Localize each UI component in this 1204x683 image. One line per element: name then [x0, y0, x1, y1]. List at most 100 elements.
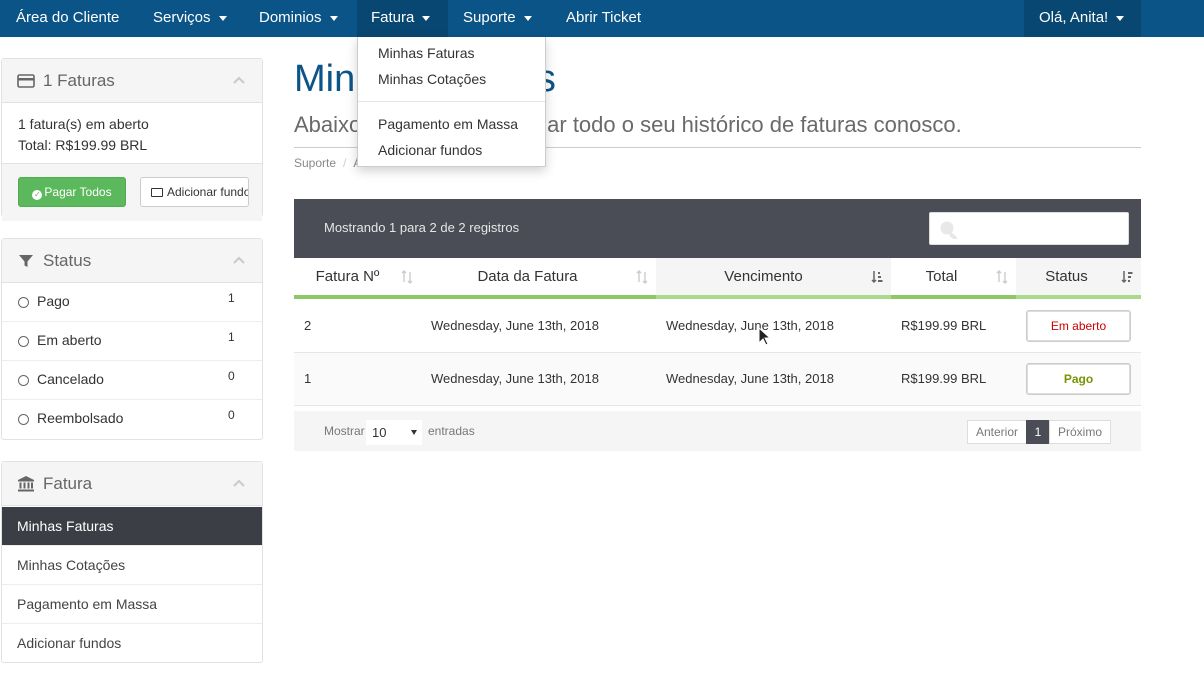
radio-circle-icon	[18, 375, 29, 386]
nav-label: Suporte	[463, 9, 516, 26]
column-label: Data da Fatura	[477, 268, 578, 285]
column-header-status[interactable]: Status	[1016, 258, 1141, 299]
open-invoices-count: 1 fatura(s) em aberto	[18, 116, 149, 132]
billing-dropdown-menu: Minhas Faturas Minhas Cotações Pagamento…	[357, 37, 546, 167]
status-label: Pago	[37, 293, 70, 309]
money-icon	[151, 188, 163, 197]
status-count: 0	[228, 369, 235, 383]
dropdown-item-my-invoices[interactable]: Minhas Faturas	[378, 45, 474, 61]
sort-descending-icon	[1121, 271, 1133, 284]
nav-label: Olá, Anita!	[1039, 9, 1109, 26]
column-label: Vencimento	[724, 268, 803, 285]
status-filter-cancelled[interactable]: Cancelado 0	[2, 361, 262, 400]
caret-down-icon	[1116, 15, 1125, 21]
table-info-text: Mostrando 1 para 2 de 2 registros	[324, 220, 520, 235]
dropdown-item-my-quotes[interactable]: Minhas Cotações	[378, 71, 486, 87]
chevron-down-icon	[411, 430, 417, 435]
add-funds-button[interactable]: Adicionar fundos	[140, 177, 249, 207]
chevron-up-icon[interactable]	[232, 254, 246, 266]
dropdown-divider	[358, 101, 545, 102]
sidebar-item-add-funds[interactable]: Adicionar fundos	[2, 624, 262, 663]
bank-icon	[18, 476, 34, 492]
column-label: Status	[1045, 268, 1088, 285]
panel-title: Fatura	[43, 474, 93, 493]
dropdown-item-add-funds[interactable]: Adicionar fundos	[378, 142, 482, 158]
column-header-invoice-number[interactable]: Fatura Nº	[294, 258, 421, 299]
pagination-previous[interactable]: Anterior	[967, 420, 1027, 444]
invoices-summary-panel: 1 Faturas 1 fatura(s) em aberto Total: R…	[1, 58, 263, 221]
cell-invoice-number: 2	[304, 318, 312, 333]
top-navbar: Área do Cliente Serviços Dominios Fatura…	[0, 0, 1204, 37]
nav-user-menu[interactable]: Olá, Anita!	[1024, 0, 1141, 37]
status-filter-panel: Status Pago 1 Em aberto 1 Cancelado 0 Re…	[1, 238, 263, 440]
nav-client-area[interactable]: Área do Cliente	[16, 0, 119, 37]
button-label: Adicionar fundos	[167, 185, 249, 199]
nav-services[interactable]: Serviços	[153, 0, 227, 37]
open-invoices-total: Total: R$199.99 BRL	[18, 137, 148, 153]
pagination-next[interactable]: Próximo	[1049, 420, 1111, 444]
button-label: Pagar Todos	[44, 185, 112, 199]
pagination-page-1[interactable]: 1	[1026, 420, 1050, 444]
chevron-up-icon[interactable]	[232, 477, 246, 489]
panel-title: Status	[43, 251, 92, 270]
nav-open-ticket[interactable]: Abrir Ticket	[566, 0, 641, 37]
status-filter-open[interactable]: Em aberto 1	[2, 322, 262, 361]
status-filter-paid[interactable]: Pago 1	[2, 283, 262, 322]
panel-header: 1 Faturas	[2, 59, 262, 103]
sidebar-item-mass-payment[interactable]: Pagamento em Massa	[2, 585, 262, 624]
dropdown-item-mass-payment[interactable]: Pagamento em Massa	[378, 116, 518, 132]
status-filter-refunded[interactable]: Reembolsado 0	[2, 400, 262, 439]
status-label: Em aberto	[37, 332, 102, 348]
caret-down-icon	[218, 15, 227, 21]
page-length-value: 10	[372, 425, 387, 440]
status-badge: Em aberto	[1026, 310, 1131, 342]
caret-down-icon	[523, 15, 532, 21]
nav-billing[interactable]: Fatura	[357, 0, 448, 37]
table-footer: Mostrar 10 entradas Anterior 1 Próximo	[294, 411, 1141, 451]
nav-label: Abrir Ticket	[566, 9, 642, 26]
cell-invoice-date: Wednesday, June 13th, 2018	[431, 371, 599, 386]
sidebar-item-my-quotes[interactable]: Minhas Cotações	[2, 546, 262, 585]
status-badge: Pago	[1026, 363, 1131, 395]
filter-icon	[19, 255, 33, 267]
mouse-cursor-icon	[758, 327, 772, 346]
radio-circle-icon	[18, 414, 29, 425]
cell-invoice-date: Wednesday, June 13th, 2018	[431, 318, 599, 333]
status-count: 1	[228, 330, 235, 344]
column-label: Total	[925, 268, 958, 285]
column-header-total[interactable]: Total	[891, 258, 1016, 299]
breadcrumb-support[interactable]: Suporte	[294, 156, 336, 170]
nav-label: Área do Cliente	[16, 9, 120, 26]
sort-both-icon	[996, 270, 1008, 284]
show-label: Mostrar	[324, 424, 365, 438]
sidebar-item-my-invoices[interactable]: Minhas Faturas	[2, 507, 262, 546]
nav-label: Serviços	[153, 9, 211, 26]
sort-both-icon	[401, 270, 413, 284]
table-search-input[interactable]	[929, 212, 1129, 245]
status-count: 1	[228, 291, 235, 305]
radio-circle-icon	[18, 336, 29, 347]
column-header-invoice-date[interactable]: Data da Fatura	[421, 258, 656, 299]
cell-total: R$199.99 BRL	[901, 318, 987, 333]
table-toolbar: Mostrando 1 para 2 de 2 registros	[294, 199, 1141, 258]
caret-down-icon	[422, 15, 431, 21]
chevron-up-icon[interactable]	[232, 74, 246, 86]
column-header-due-date[interactable]: Vencimento	[656, 258, 891, 299]
nav-support[interactable]: Suporte	[463, 0, 532, 37]
credit-card-icon	[17, 74, 35, 88]
entries-label: entradas	[428, 424, 475, 438]
billing-menu-panel: Fatura Minhas Faturas Minhas Cotações Pa…	[1, 461, 263, 663]
panel-header: Status	[2, 239, 262, 283]
sort-ascending-icon	[871, 271, 883, 284]
cell-due-date: Wednesday, June 13th, 2018	[666, 318, 834, 333]
caret-down-icon	[329, 15, 338, 21]
table-row[interactable]: 2 Wednesday, June 13th, 2018 Wednesday, …	[294, 300, 1141, 353]
status-label: Cancelado	[37, 371, 104, 387]
table-row[interactable]: 1 Wednesday, June 13th, 2018 Wednesday, …	[294, 353, 1141, 406]
page-length-select[interactable]: 10	[366, 420, 422, 445]
nav-label: Fatura	[371, 9, 415, 26]
pay-all-button[interactable]: ✓ Pagar Todos	[18, 177, 126, 207]
nav-domains[interactable]: Dominios	[259, 0, 338, 37]
cell-invoice-number: 1	[304, 371, 312, 386]
check-circle-icon: ✓	[32, 190, 43, 200]
